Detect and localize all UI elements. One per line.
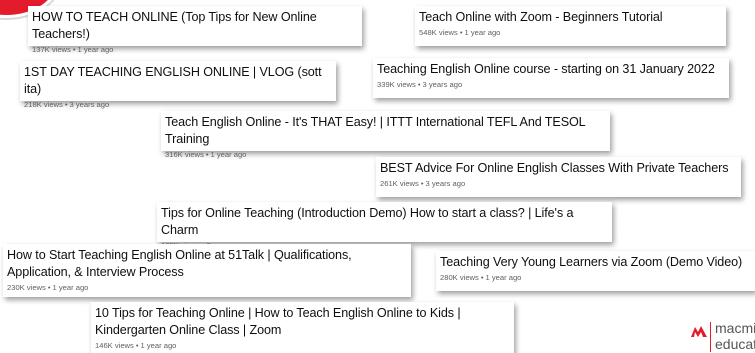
upload-age: 1 year ago [464, 28, 501, 37]
video-title[interactable]: Teach Online with Zoom - Beginners Tutor… [419, 9, 720, 26]
macmillan-mark-icon [691, 326, 707, 337]
view-count: 230K views [7, 283, 46, 292]
video-card[interactable]: Teaching Very Young Learners via Zoom (D… [436, 251, 755, 291]
video-title[interactable]: 1ST DAY TEACHING ENGLISH ONLINE | VLOG (… [24, 64, 330, 98]
upload-age: 1 year ago [77, 45, 114, 54]
video-title[interactable]: How to Start Teaching English Online at … [7, 247, 405, 281]
view-count: 137K views [32, 45, 71, 54]
meta-separator: • [480, 273, 484, 282]
brand-line-1: macmillan [715, 320, 755, 336]
meta-separator: • [47, 283, 51, 292]
macmillan-education-logo: macmillan education [690, 321, 755, 353]
video-meta: 548K views • 1 year ago [419, 28, 720, 38]
video-title[interactable]: HOW TO TEACH ONLINE (Top Tips for New On… [32, 9, 356, 43]
meta-separator: • [64, 100, 68, 109]
meta-separator: • [205, 150, 209, 159]
video-collage: HOW TO TEACH ONLINE (Top Tips for New On… [0, 0, 755, 353]
video-meta: 280K views • 1 year ago [440, 273, 749, 283]
brand-line-2: education [715, 336, 755, 352]
video-card[interactable]: 1ST DAY TEACHING ENGLISH ONLINE | VLOG (… [20, 61, 336, 109]
upload-age: 1 year ago [485, 273, 522, 282]
view-count: 316K views [165, 150, 204, 159]
meta-separator: • [417, 80, 421, 89]
meta-separator: • [459, 28, 463, 37]
video-meta: 137K views • 1 year ago [32, 45, 356, 55]
view-count: 146K views [95, 341, 134, 350]
video-card[interactable]: HOW TO TEACH ONLINE (Top Tips for New On… [28, 6, 362, 54]
upload-age: 3 years ago [425, 179, 466, 188]
logo-divider [710, 322, 711, 352]
video-meta: 261K views • 3 years ago [380, 179, 735, 189]
video-card[interactable]: Tips for Online Teaching (Introduction D… [157, 202, 612, 250]
upload-age: 3 years ago [422, 80, 463, 89]
video-title[interactable]: Tips for Online Teaching (Introduction D… [161, 205, 606, 239]
view-count: 261K views [380, 179, 419, 188]
video-card[interactable]: Teach Online with Zoom - Beginners Tutor… [415, 6, 726, 46]
upload-age: 1 year ago [210, 150, 247, 159]
video-meta: 339K views • 3 years ago [377, 80, 723, 90]
video-title[interactable]: Teaching English Online course - startin… [377, 61, 723, 78]
upload-age: 1 year ago [52, 283, 89, 292]
meta-separator: • [420, 179, 424, 188]
video-title[interactable]: Teaching Very Young Learners via Zoom (D… [440, 254, 749, 271]
upload-age: 1 year ago [140, 341, 177, 350]
video-title[interactable]: Teach English Online - It's THAT Easy! |… [165, 114, 604, 148]
video-card[interactable]: Teaching English Online course - startin… [373, 58, 729, 98]
video-title[interactable]: 10 Tips for Teaching Online | How to Tea… [95, 305, 508, 339]
video-card[interactable]: Teach English Online - It's THAT Easy! |… [161, 111, 610, 159]
video-meta: 230K views • 1 year ago [7, 283, 405, 293]
meta-separator: • [135, 341, 139, 350]
video-meta: 146K views • 1 year ago [95, 341, 508, 351]
upload-age: 3 years ago [69, 100, 110, 109]
view-count: 548K views [419, 28, 458, 37]
video-meta: 218K views • 3 years ago [24, 100, 330, 110]
video-title[interactable]: BEST Advice For Online English Classes W… [380, 160, 735, 177]
video-card[interactable]: BEST Advice For Online English Classes W… [376, 157, 741, 197]
view-count: 218K views [24, 100, 63, 109]
video-card[interactable]: How to Start Teaching English Online at … [3, 244, 411, 297]
meta-separator: • [72, 45, 76, 54]
view-count: 339K views [377, 80, 416, 89]
view-count: 280K views [440, 273, 479, 282]
video-card[interactable]: 10 Tips for Teaching Online | How to Tea… [91, 302, 514, 353]
